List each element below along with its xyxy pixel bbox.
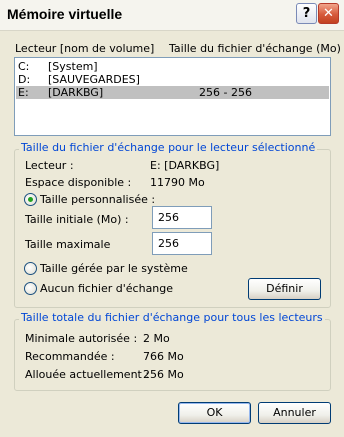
minimum-allowed-label: Minimale autorisée :: [25, 332, 138, 345]
drive-value: E: [DARKBG]: [150, 159, 220, 172]
recommended-label: Recommandée :: [25, 350, 115, 363]
custom-size-radio[interactable]: [24, 193, 37, 206]
ok-button[interactable]: OK: [178, 402, 251, 424]
initial-size-label: Taille initiale (Mo) :: [25, 213, 129, 226]
close-button[interactable]: ✕: [318, 3, 339, 24]
available-space-value: 11790 Mo: [150, 176, 205, 189]
drive-volume-label: [System]: [48, 60, 98, 73]
ok-button-label: OK: [206, 406, 223, 419]
system-managed-label[interactable]: Taille gérée par le système: [40, 262, 188, 275]
drive-volume-label: [SAUVEGARDES]: [48, 73, 140, 86]
maximum-size-label: Taille maximale: [25, 238, 111, 251]
drive-list[interactable]: C: [System] D: [SAUVEGARDES] E: [DARKBG]…: [14, 57, 331, 136]
drive-paging-size: 256 - 256: [199, 86, 252, 99]
drive-letter: D:: [18, 73, 31, 86]
cancel-button-label: Annuler: [273, 406, 316, 419]
drive-row-e[interactable]: E: [DARKBG] 256 - 256: [16, 86, 329, 99]
drive-letter: E:: [18, 86, 29, 99]
set-button[interactable]: Définir: [248, 278, 321, 300]
set-button-label: Définir: [266, 282, 303, 295]
available-space-label: Espace disponible :: [25, 176, 132, 189]
title-bar[interactable]: Mémoire virtuelle ? ✕: [0, 0, 344, 31]
drive-row-d[interactable]: D: [SAUVEGARDES]: [16, 73, 329, 86]
drive-row-c[interactable]: C: [System]: [16, 60, 329, 73]
drive-column-header: Lecteur [nom de volume]: [15, 42, 155, 55]
currently-allocated-value: 256 Mo: [143, 368, 184, 381]
cancel-button[interactable]: Annuler: [258, 402, 331, 424]
paging-size-column-header: Taille du fichier d'échange (Mo): [169, 42, 341, 55]
minimum-allowed-value: 2 Mo: [143, 332, 170, 345]
no-paging-file-label[interactable]: Aucun fichier d'échange: [40, 282, 173, 295]
system-managed-radio[interactable]: [24, 262, 37, 275]
recommended-value: 766 Mo: [143, 350, 184, 363]
drive-label: Lecteur :: [25, 159, 74, 172]
maximum-size-input[interactable]: 256: [152, 232, 212, 255]
help-button[interactable]: ?: [296, 3, 317, 24]
currently-allocated-label: Allouée actuellement :: [25, 368, 150, 381]
virtual-memory-dialog: Mémoire virtuelle ? ✕ Lecteur [nom de vo…: [0, 0, 344, 437]
selected-drive-group-title: Taille du fichier d'échange pour le lect…: [19, 141, 318, 154]
drive-volume-label: [DARKBG]: [48, 86, 104, 99]
initial-size-input[interactable]: 256: [152, 206, 212, 229]
no-paging-file-radio[interactable]: [24, 282, 37, 295]
custom-size-label[interactable]: Taille personnalisée :: [40, 193, 155, 206]
dialog-title: Mémoire virtuelle: [7, 6, 123, 22]
total-size-group-title: Taille totale du fichier d'échange pour …: [19, 311, 325, 324]
drive-letter: C:: [18, 60, 30, 73]
